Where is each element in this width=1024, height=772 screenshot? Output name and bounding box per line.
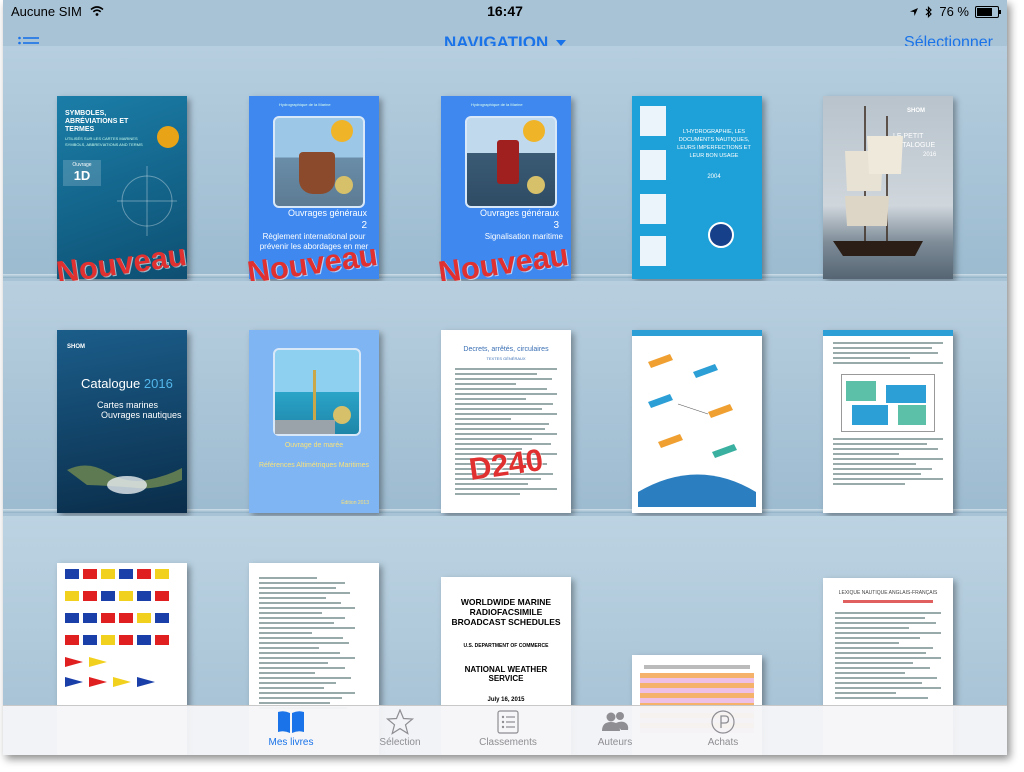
tab-selection[interactable]: Sélection [360, 709, 440, 748]
tab-label: Achats [707, 737, 739, 748]
book-1-badge [157, 126, 179, 148]
book-4-year: 2004 [707, 174, 721, 180]
purchases-icon [711, 710, 735, 734]
tab-auteurs[interactable]: Auteurs [575, 709, 655, 748]
book-2-number: 2 [361, 220, 367, 231]
book-4-title: L'HYDROGRAPHIE, LES DOCUMENTS NAUTIQUES,… [677, 129, 751, 159]
tab-label: Classements [479, 737, 537, 748]
map-graphic [67, 465, 182, 494]
bluetooth-icon [925, 5, 933, 18]
status-bar: Aucune SIM 16:47 76 % [3, 0, 1007, 22]
book-petit-catalogue[interactable]: SHOM LE PETIT CATALOGUE 2016 [823, 96, 953, 279]
title-underline [843, 600, 933, 603]
book-15-title: LEXIQUE NAUTIQUE ANGLAIS-FRANÇAIS [838, 590, 938, 596]
table-header [644, 665, 750, 669]
tall-ship-illustration [833, 106, 923, 256]
book-8-subtitle: TEXTES GÉNÉRAUX [486, 356, 526, 361]
ranking-list-icon [497, 710, 519, 734]
battery-icon [975, 5, 1001, 18]
star-icon [385, 709, 415, 735]
vessel-diagrams [638, 354, 756, 507]
book-hydrographie[interactable]: L'HYDROGRAPHIE, LES DOCUMENTS NAUTIQUES,… [632, 96, 762, 279]
tab-achats[interactable]: Achats [683, 709, 763, 748]
text-lines [259, 577, 355, 712]
tab-label: Mes livres [268, 737, 314, 748]
book-1-title: SYMBOLES, ABRÉVIATIONS ET TERMES [65, 110, 129, 133]
compass-rose-graphic [117, 166, 177, 236]
chart-thumb-4 [640, 236, 666, 266]
book-13-service: NATIONAL WEATHER SERVICE [464, 665, 548, 683]
shelf-row-2: SHOM Catalogue 2016 Cartes marines Ouvra… [3, 281, 1007, 513]
book-decrets-arretes[interactable]: Decrets, arrêtés, circulaires TEXTES GÉN… [441, 330, 571, 513]
book-8-title: Decrets, arrêtés, circulaires [463, 346, 549, 353]
book-3-heading: Ouvrages généraux [479, 208, 559, 218]
book-6-title: Catalogue 2016 [81, 376, 173, 391]
shelf-row-1: SYMBOLES, ABRÉVIATIONS ET TERMES UTILISÉ… [3, 46, 1007, 290]
tab-label: Auteurs [597, 737, 633, 748]
book-13-org: U.S. DEPARTMENT OF COMMERCE [463, 643, 549, 649]
signal-flags [65, 569, 169, 687]
book-2-heading: Ouvrages généraux [287, 208, 367, 218]
open-book-icon [278, 711, 304, 733]
book-10-header-bar [823, 330, 953, 336]
book-catalogue-2016[interactable]: SHOM Catalogue 2016 Cartes marines Ouvra… [57, 330, 187, 513]
book-7-illustration [273, 348, 361, 436]
book-13-title: WORLDWIDE MARINE RADIOFACSIMILE BROADCAS… [451, 597, 561, 627]
book-6-line2: Ouvrages nautiques [101, 410, 182, 420]
book-6-year: 2016 [143, 376, 173, 391]
book-reglementation-illustrated[interactable] [632, 330, 762, 513]
book-6-line1: Cartes marines [97, 400, 159, 410]
status-right: 76 % [909, 4, 1001, 19]
book-7-text: Références Altimétriques Maritimes [258, 462, 370, 469]
ibooks-screen: Aucune SIM 16:47 76 % NAVIGATION Sélecti… [3, 0, 1007, 755]
book-systeme-balisage[interactable] [823, 330, 953, 513]
book-3-number: 3 [553, 220, 559, 231]
chart-thumb-1 [640, 106, 666, 136]
book-references-altimetriques[interactable]: Ouvrage de marée Références Altimétrique… [249, 330, 379, 513]
book-1-code-box: Ouvrage 1D [63, 160, 101, 186]
book-3-illustration [465, 116, 557, 208]
tab-classements[interactable]: Classements [468, 709, 548, 748]
book-6-brand: SHOM [67, 344, 85, 350]
text-lines [833, 342, 943, 367]
chart-thumb-2 [640, 150, 666, 180]
clock: 16:47 [487, 3, 523, 19]
book-7-heading: Ouvrage de marée [284, 442, 344, 449]
text-lines [833, 438, 943, 488]
tab-bar: Mes livres Sélection Classements Auteurs… [3, 705, 1007, 755]
buoyage-map [841, 374, 935, 432]
tab-mes-livres[interactable]: Mes livres [251, 709, 331, 748]
chart-thumb-3 [640, 194, 666, 224]
book-6-title-text: Catalogue [81, 376, 141, 391]
book-1-subtitle: UTILISÉS SUR LES CARTES MARINES [65, 136, 138, 141]
shom-logo-icon [708, 222, 734, 248]
location-arrow-icon [910, 7, 919, 16]
battery-percent: 76 % [939, 4, 969, 19]
tab-label: Sélection [379, 737, 421, 748]
book-1-subtitle-en: SYMBOLS, ABBREVIATIONS AND TERMS [65, 142, 143, 147]
text-lines [835, 612, 941, 702]
authors-icon [602, 712, 629, 731]
book-1-code: 1D [73, 168, 91, 183]
book-13-date: July 16, 2015 [487, 697, 525, 703]
book-9-header-bar [632, 330, 762, 336]
book-2-illustration [273, 116, 365, 208]
book-7-year: Édition 2013 [341, 500, 369, 506]
